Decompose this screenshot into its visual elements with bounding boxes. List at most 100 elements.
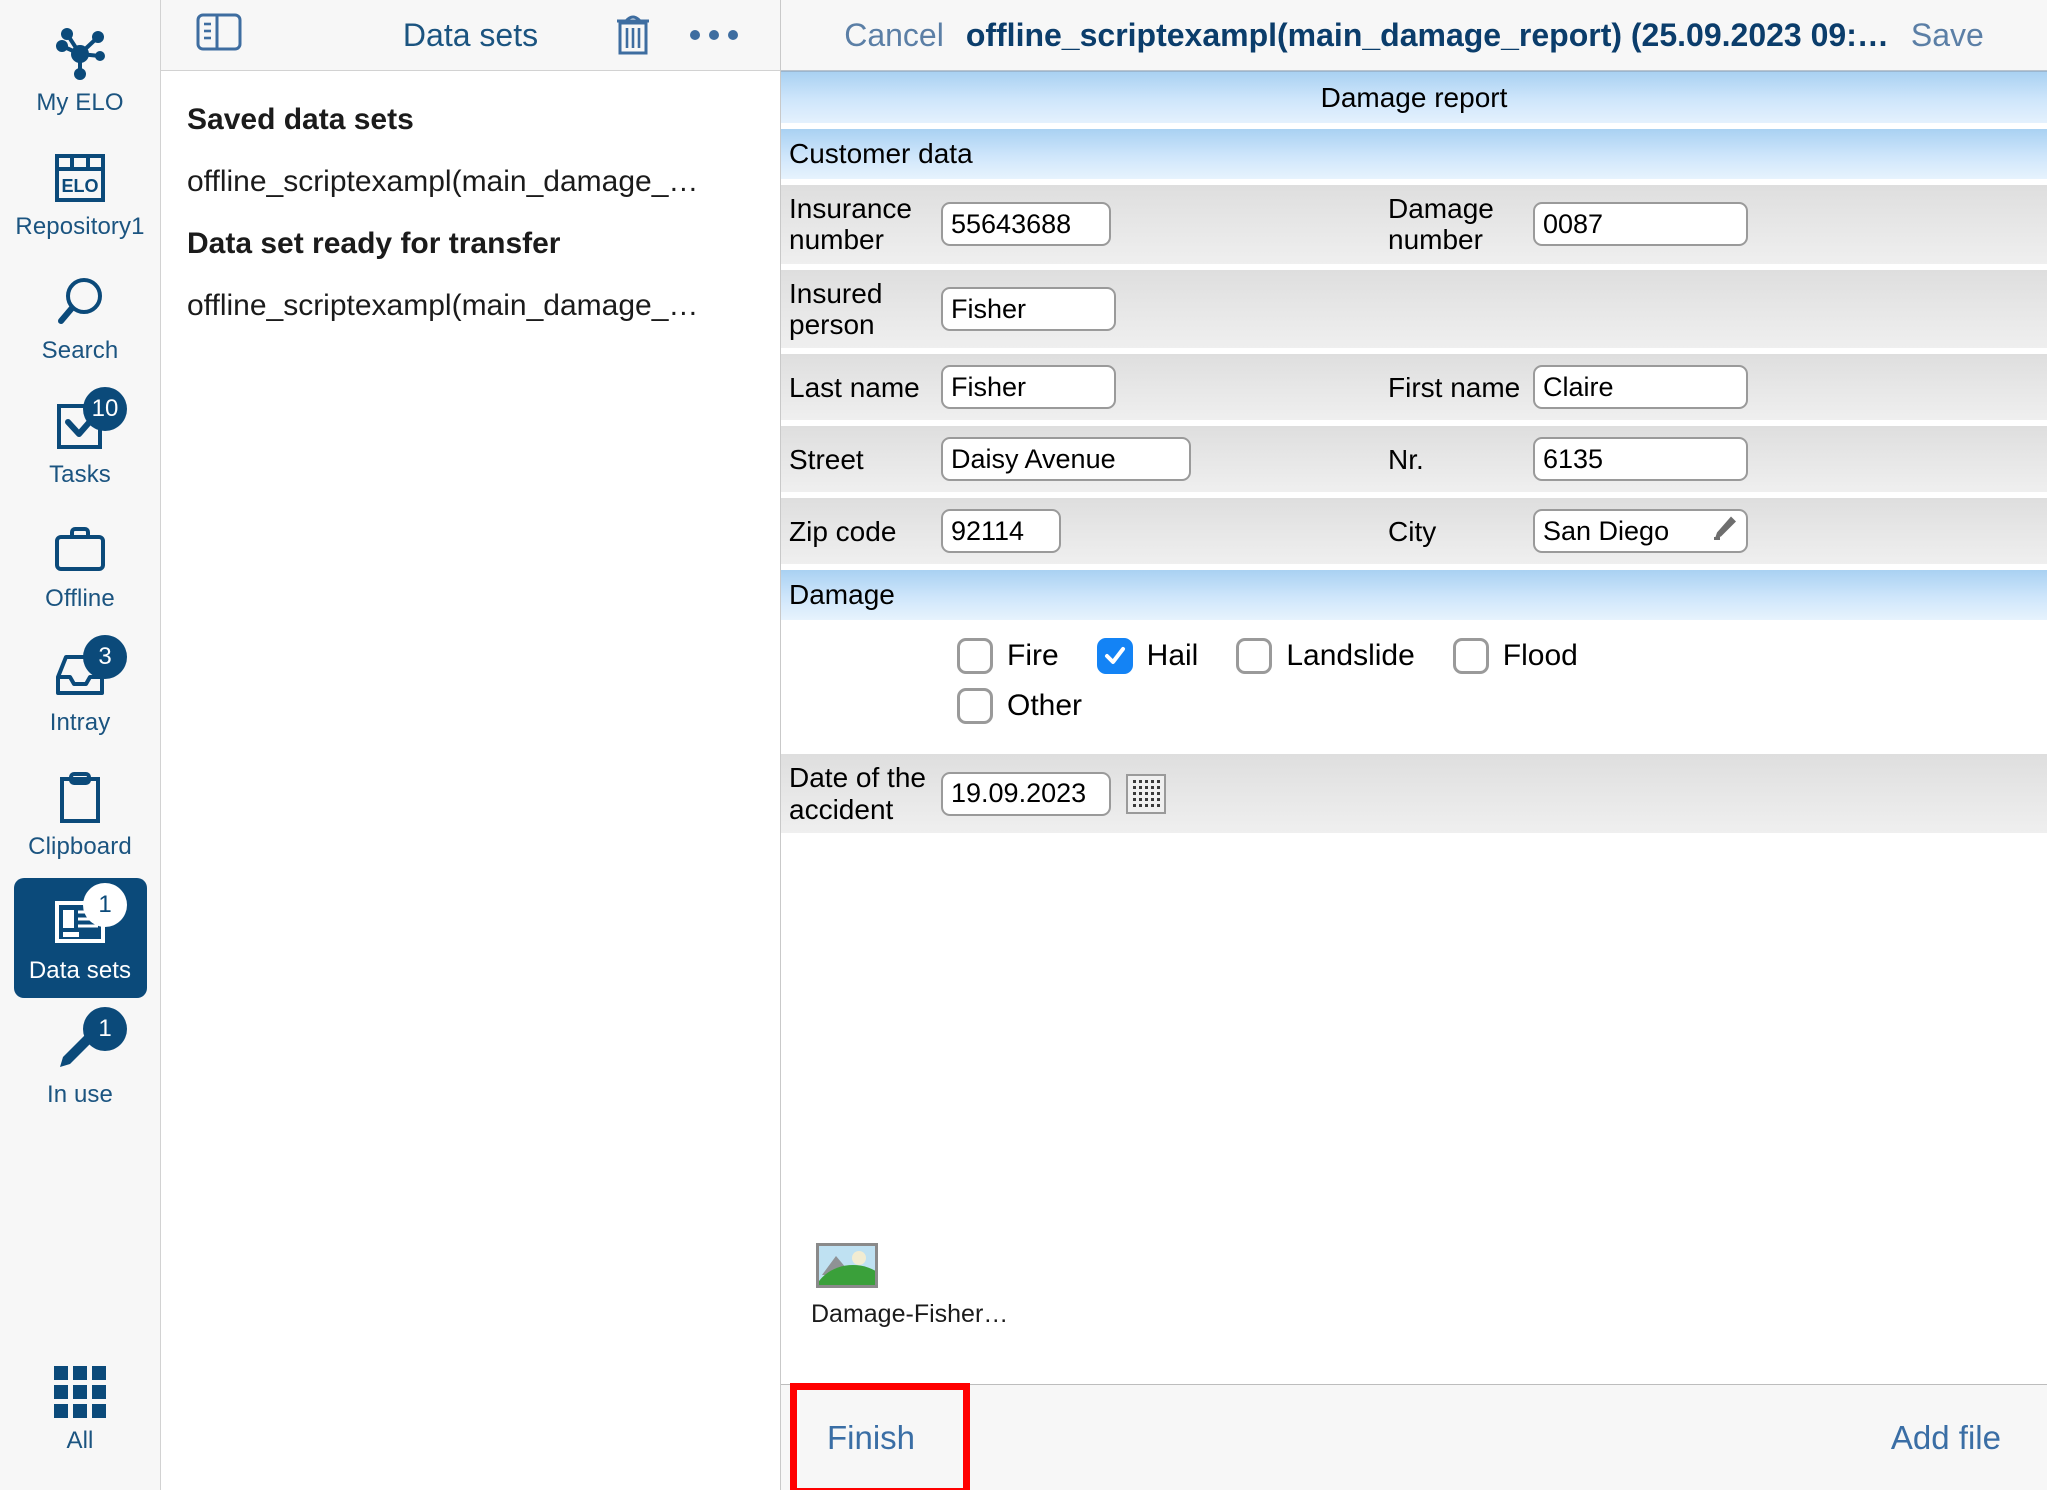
damage-type-row-1: Fire Hail Landslide Flood — [781, 638, 2047, 675]
briefcase-icon — [49, 519, 111, 581]
attachment-area: Damage-Fisher… — [781, 1233, 2047, 1330]
pencil-edit-icon[interactable] — [1712, 515, 1738, 548]
checkbox-flood[interactable]: Flood — [1452, 638, 1578, 675]
list-item[interactable]: offline_scriptexampl(main_damage_… — [161, 151, 780, 213]
add-file-button[interactable]: Add file — [1891, 1419, 2001, 1457]
image-thumbnail-icon[interactable] — [816, 1243, 878, 1289]
first-name-input[interactable]: Claire — [1533, 365, 1748, 410]
checkbox-label: Hail — [1146, 639, 1199, 673]
form-row-street: Street Daisy Avenue Nr. 6135 — [781, 426, 2047, 493]
damage-type-checkboxes: Fire Hail Landslide Flood Other — [781, 620, 2047, 749]
checkbox-label: Landslide — [1286, 639, 1415, 673]
list-header-actions — [612, 10, 780, 61]
sidebar-item-all[interactable]: All — [14, 1348, 147, 1468]
checkbox-box[interactable] — [1452, 638, 1489, 675]
sidebar-item-label: Tasks — [49, 461, 111, 488]
detail-header: Cancel offline_scriptexampl(main_damage_… — [781, 0, 2047, 71]
last-name-input[interactable]: Fisher — [941, 365, 1116, 410]
form-row-insurance: Insurance number 55643688 Damage number … — [781, 185, 2047, 264]
sidebar-item-label: All — [66, 1427, 94, 1454]
form-body: Damage report Customer data Insurance nu… — [781, 71, 2047, 1384]
list-group-title-saved: Saved data sets — [187, 103, 414, 136]
badge-count: 10 — [83, 387, 127, 431]
pen-in-use-icon: 1 — [49, 1007, 127, 1077]
attachment-item[interactable] — [781, 1233, 2047, 1289]
badge-count: 3 — [83, 635, 127, 679]
trash-icon[interactable] — [612, 10, 654, 61]
sidebar-item-clipboard[interactable]: Clipboard — [14, 754, 147, 874]
sidebar-item-repository[interactable]: ELO Repository1 — [14, 134, 147, 254]
checkbox-fire[interactable]: Fire — [957, 638, 1059, 675]
save-button[interactable]: Save — [1911, 17, 1984, 54]
section-header-damage: Damage — [781, 570, 2047, 621]
sidebar-item-my-elo[interactable]: My ELO — [14, 10, 147, 130]
sidebar-item-label: My ELO — [36, 89, 124, 116]
panel-toggle-icon[interactable] — [196, 12, 242, 58]
form-detail-pane: Cancel offline_scriptexampl(main_damage_… — [781, 0, 2047, 1490]
network-nodes-icon — [49, 23, 111, 85]
intray-tray-icon: 3 — [49, 635, 127, 705]
more-ellipsis-icon[interactable] — [690, 30, 738, 40]
sidebar-item-intray[interactable]: 3 Intray — [14, 630, 147, 750]
sidebar-item-label: Intray — [49, 709, 111, 736]
checkbox-box[interactable] — [957, 688, 993, 725]
sidebar-item-tasks[interactable]: 10 Tasks — [14, 382, 147, 502]
sidebar-item-label: Search — [41, 337, 119, 364]
sidebar-item-label: In use — [47, 1081, 113, 1108]
form-row-insured-person: Insured person Fisher — [781, 269, 2047, 349]
list-panel-header: Data sets — [161, 0, 780, 71]
checkbox-label: Other — [1007, 689, 1083, 723]
clipboard-icon — [49, 767, 111, 829]
accident-date-input[interactable]: 19.09.2023 — [941, 771, 1111, 816]
checkbox-label: Fire — [1007, 639, 1059, 673]
svg-text:ELO: ELO — [61, 176, 98, 196]
section-header-customer-data: Customer data — [781, 129, 2047, 179]
checkbox-other[interactable]: Other — [957, 688, 1083, 725]
form-row-name: Last name Fisher First name Claire — [781, 354, 2047, 421]
zip-code-label: Zip code — [789, 515, 897, 547]
sidebar-item-label: Clipboard — [28, 833, 132, 860]
elo-repository-icon: ELO — [49, 147, 111, 209]
damage-number-input[interactable]: 0087 — [1533, 202, 1748, 247]
finish-button[interactable]: Finish — [827, 1419, 915, 1457]
insurance-number-input[interactable]: 55643688 — [941, 202, 1111, 247]
checkbox-box[interactable] — [1236, 638, 1273, 675]
check-icon — [1104, 647, 1125, 665]
checkbox-box[interactable] — [1096, 638, 1133, 675]
sidebar-item-search[interactable]: Search — [14, 258, 147, 378]
sidebar-item-in-use[interactable]: 1 In use — [14, 1002, 147, 1122]
nr-label: Nr. — [1388, 443, 1424, 475]
checkbox-landslide[interactable]: Landslide — [1236, 638, 1415, 675]
sidebar-item-label: Offline — [45, 585, 115, 612]
document-title: offline_scriptexampl(main_damage_report)… — [965, 16, 1889, 53]
damage-number-label: Damage number — [1388, 193, 1494, 256]
detail-footer: Finish Add file — [781, 1384, 2047, 1490]
street-label: Street — [789, 443, 864, 475]
sidebar-item-data-sets[interactable]: 1 Data sets — [13, 878, 147, 998]
street-input[interactable]: Daisy Avenue — [941, 437, 1191, 482]
grid-all-icon — [49, 1361, 111, 1423]
left-nav-rail: My ELO ELO Repository1 Search 10 Tasks O… — [0, 0, 161, 1490]
list-item[interactable]: offline_scriptexampl(main_damage_… — [161, 275, 780, 337]
city-input[interactable]: San Diego — [1533, 509, 1748, 554]
insurance-number-label: Insurance number — [789, 193, 912, 256]
calendar-icon[interactable] — [1126, 773, 1166, 814]
data-sets-list-panel: Data sets Saved data sets offline_script… — [161, 0, 781, 1490]
data-sets-icon: 1 — [49, 883, 127, 953]
form-empty-space — [781, 833, 2047, 1234]
tasks-checkbox-icon: 10 — [49, 387, 127, 457]
checkbox-hail[interactable]: Hail — [1096, 638, 1199, 675]
attachment-filename: Damage-Fisher… — [811, 1300, 1009, 1329]
nr-input[interactable]: 6135 — [1533, 437, 1748, 482]
search-icon — [49, 271, 111, 333]
insured-person-label: Insured person — [789, 277, 883, 341]
cancel-button[interactable]: Cancel — [844, 17, 944, 54]
checkbox-label: Flood — [1502, 639, 1578, 673]
zip-code-input[interactable]: 92114 — [941, 509, 1061, 554]
sidebar-item-offline[interactable]: Offline — [14, 506, 147, 626]
badge-count: 1 — [83, 883, 127, 927]
damage-type-row-2: Other — [781, 688, 2047, 725]
first-name-label: First name — [1388, 371, 1521, 403]
insured-person-input[interactable]: Fisher — [941, 287, 1116, 332]
checkbox-box[interactable] — [957, 638, 993, 675]
